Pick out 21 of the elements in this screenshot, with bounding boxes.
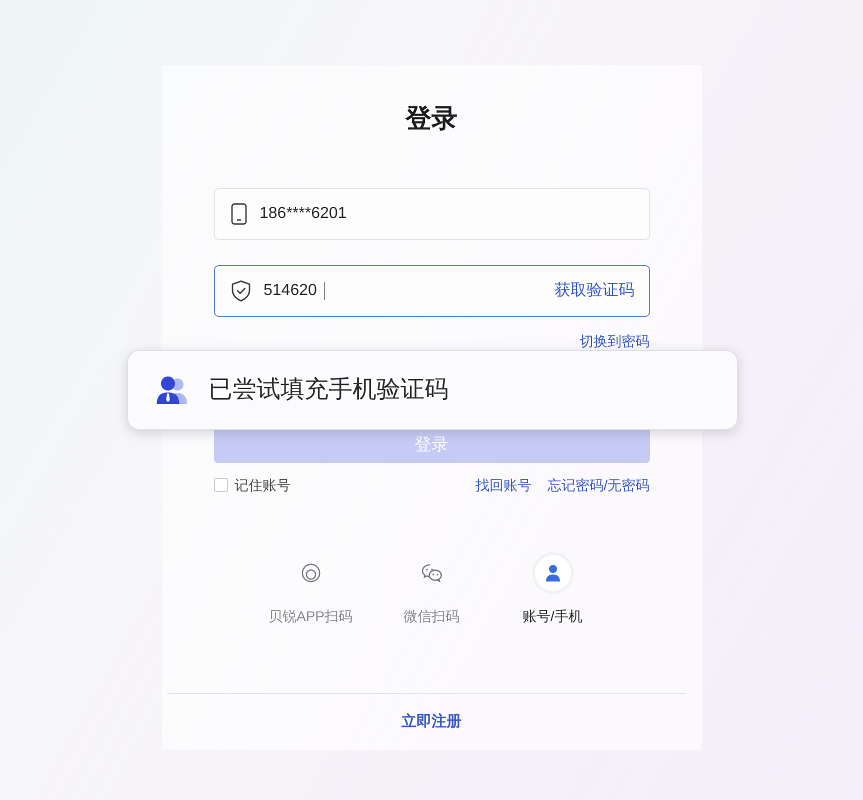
page-title: 登录: [404, 102, 458, 135]
ring-icon: [300, 563, 320, 583]
get-code-link[interactable]: 获取验证码: [554, 279, 634, 303]
remember-checkbox[interactable]: [214, 478, 228, 492]
register-link[interactable]: 立即注册: [402, 713, 462, 730]
shield-check-icon: [230, 280, 250, 302]
remember-label: 记住账号: [234, 476, 290, 495]
verification-code-field[interactable]: 514620 获取验证码: [214, 265, 650, 317]
switch-to-password-link[interactable]: 切换到密码: [580, 333, 650, 349]
help-link[interactable]: 忘记密码/无密码: [548, 474, 650, 496]
toast-message: 已尝试填充手机验证码: [208, 375, 448, 405]
help-link[interactable]: 找回账号: [476, 474, 532, 496]
login-method-tab[interactable]: 贝锐APP扫码: [250, 551, 371, 626]
people-icon: [156, 375, 188, 405]
chat-bubbles-icon: [420, 563, 442, 583]
person-icon: [530, 551, 574, 595]
phone-number-field[interactable]: 186****6201: [214, 188, 650, 240]
login-method-tab[interactable]: 账号/手机: [492, 551, 613, 626]
phone-icon: [230, 203, 246, 225]
text-cursor-icon: [324, 282, 325, 300]
login-method-tab[interactable]: 微信扫码: [371, 551, 492, 626]
